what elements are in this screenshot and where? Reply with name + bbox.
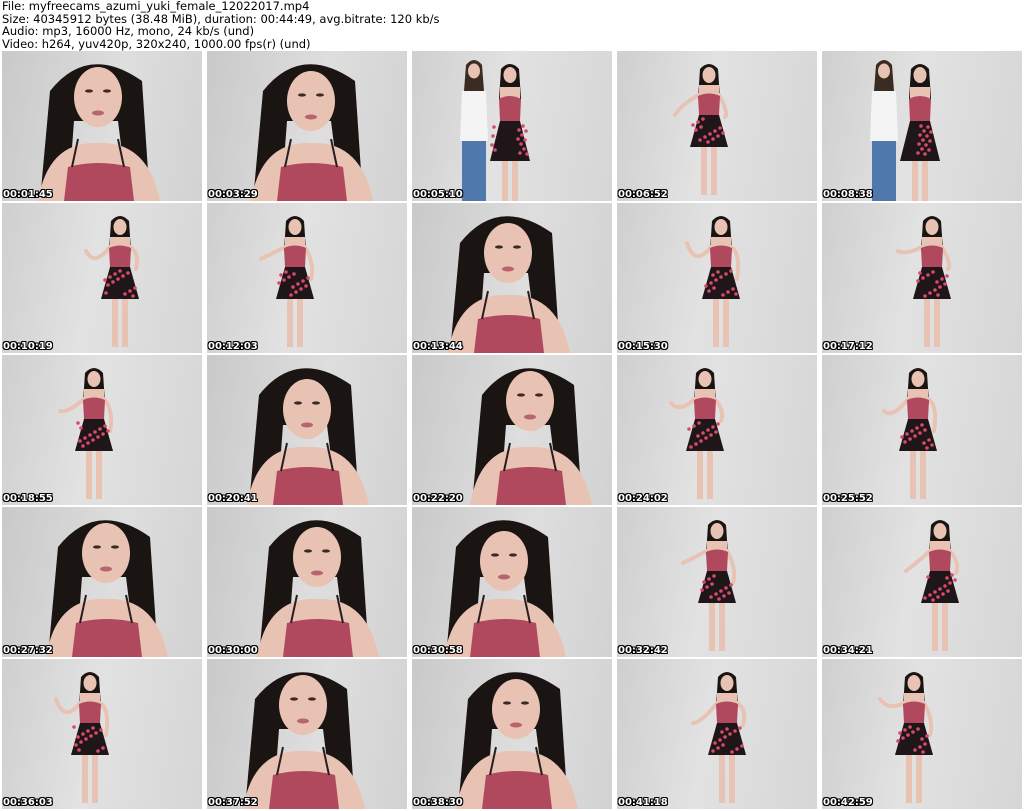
frame-illustration xyxy=(84,216,140,347)
frame-illustration xyxy=(257,520,379,657)
frame-timestamp: 00:22:20 xyxy=(413,493,463,504)
frame-illustration xyxy=(54,672,110,803)
frame-timestamp: 00:03:29 xyxy=(208,189,258,200)
video-frame-thumbnail: 00:10:19 xyxy=(2,203,202,353)
frame-illustration xyxy=(444,520,566,657)
frame-timestamp: 00:27:32 xyxy=(3,645,53,656)
frame-illustration xyxy=(882,368,938,499)
video-frame-thumbnail: 00:36:03 xyxy=(2,659,202,809)
file-name-line: File: myfreecams_azumi_yuki_female_12022… xyxy=(2,0,310,13)
video-frame-thumbnail: 00:34:21 xyxy=(822,507,1022,657)
frame-illustration xyxy=(243,672,365,809)
frame-timestamp: 00:38:30 xyxy=(413,797,463,808)
frame-illustration xyxy=(470,368,592,505)
frame-timestamp: 00:42:59 xyxy=(823,797,873,808)
video-frame-thumbnail: 00:24:02 xyxy=(617,355,817,505)
video-frame-thumbnail: 00:32:42 xyxy=(617,507,817,657)
frame-timestamp: 00:30:58 xyxy=(413,645,463,656)
frame-illustration xyxy=(251,64,373,201)
frame-timestamp: 00:13:44 xyxy=(413,341,463,352)
video-frame-thumbnail: 00:01:45 xyxy=(2,51,202,201)
frame-illustration xyxy=(685,216,741,347)
video-frame-thumbnail: 00:17:12 xyxy=(822,203,1022,353)
frame-timestamp: 00:32:42 xyxy=(618,645,668,656)
frame-illustration xyxy=(896,216,952,347)
frame-illustration xyxy=(46,520,168,657)
video-frame-thumbnail: 00:30:58 xyxy=(412,507,612,657)
frame-illustration xyxy=(58,368,114,499)
video-frame-thumbnail: 00:42:59 xyxy=(822,659,1022,809)
video-frame-thumbnail: 00:13:44 xyxy=(412,203,612,353)
frame-timestamp: 00:01:45 xyxy=(3,189,53,200)
video-frame-thumbnail: 00:20:41 xyxy=(207,355,407,505)
video-frame-thumbnail: 00:06:52 xyxy=(617,51,817,201)
frame-timestamp: 00:41:18 xyxy=(618,797,668,808)
frame-timestamp: 00:20:41 xyxy=(208,493,258,504)
frame-timestamp: 00:17:12 xyxy=(823,341,873,352)
frame-timestamp: 00:08:38 xyxy=(823,189,873,200)
frame-timestamp: 00:05:10 xyxy=(413,189,463,200)
audio-info-line: Audio: mp3, 16000 Hz, mono, 24 kb/s (und… xyxy=(2,24,255,38)
video-frame-thumbnail: 00:27:32 xyxy=(2,507,202,657)
frame-illustration xyxy=(247,368,369,505)
video-frame-thumbnail: 00:05:10 xyxy=(412,51,612,201)
video-frame-thumbnail: 00:15:30 xyxy=(617,203,817,353)
frame-timestamp: 00:15:30 xyxy=(618,341,668,352)
video-frame-thumbnail: 00:38:30 xyxy=(412,659,612,809)
frame-illustration xyxy=(38,64,160,201)
frame-timestamp: 00:10:19 xyxy=(3,341,53,352)
frame-timestamp: 00:24:02 xyxy=(618,493,668,504)
frame-illustration xyxy=(681,520,737,651)
frame-illustration xyxy=(456,672,578,809)
video-frame-thumbnail: 00:37:52 xyxy=(207,659,407,809)
video-frame-thumbnail: 00:41:18 xyxy=(617,659,817,809)
video-frame-thumbnail: 00:03:29 xyxy=(207,51,407,201)
thumbnail-grid: 00:01:45 00:03:29 00:05:10 00:06:52 00:08:38… xyxy=(2,51,1022,811)
video-frame-thumbnail: 00:18:55 xyxy=(2,355,202,505)
video-frame-thumbnail: 00:22:20 xyxy=(412,355,612,505)
frame-timestamp: 00:37:52 xyxy=(208,797,258,808)
frame-timestamp: 00:18:55 xyxy=(3,493,53,504)
frame-timestamp: 00:25:52 xyxy=(823,493,873,504)
frame-illustration xyxy=(669,368,725,499)
frame-illustration xyxy=(878,672,934,803)
frame-timestamp: 00:36:03 xyxy=(3,797,53,808)
frame-illustration xyxy=(673,64,729,195)
frame-illustration xyxy=(870,60,940,201)
video-frame-thumbnail: 00:08:38 xyxy=(822,51,1022,201)
frame-illustration xyxy=(259,216,315,347)
frame-timestamp: 00:12:03 xyxy=(208,341,258,352)
frame-illustration xyxy=(448,216,570,353)
video-info-line: Video: h264, yuv420p, 320x240, 1000.00 f… xyxy=(2,36,311,51)
video-frame-thumbnail: 00:30:00 xyxy=(207,507,407,657)
video-frame-thumbnail: 00:25:52 xyxy=(822,355,1022,505)
frame-timestamp: 00:06:52 xyxy=(618,189,668,200)
frame-illustration xyxy=(460,60,530,201)
frame-illustration xyxy=(904,520,960,651)
frame-illustration xyxy=(691,672,747,803)
video-frame-thumbnail: 00:12:03 xyxy=(207,203,407,353)
frame-timestamp: 00:34:21 xyxy=(823,645,873,656)
file-info-header: File: myfreecams_azumi_yuki_female_12022… xyxy=(2,0,1022,50)
frame-timestamp: 00:30:00 xyxy=(208,645,258,656)
